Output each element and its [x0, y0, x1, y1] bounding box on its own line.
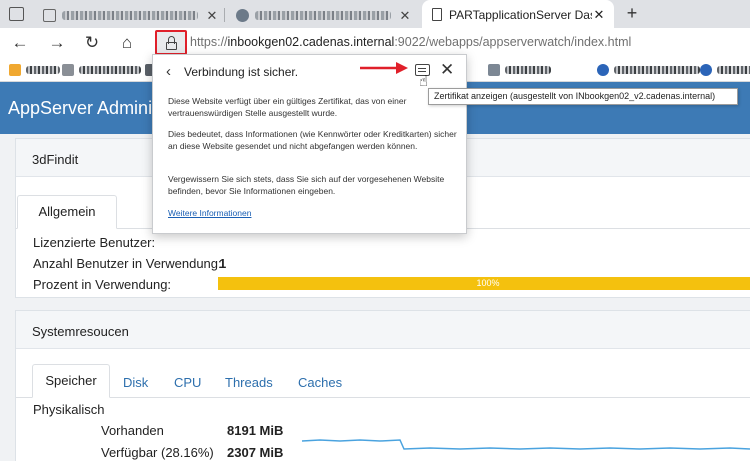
- row-users-in-use-value: 1: [219, 256, 227, 271]
- tab-caches[interactable]: Caches: [298, 375, 342, 390]
- usage-progress-bar: 100%: [218, 277, 750, 290]
- tab-close-icon[interactable]: ✕: [397, 8, 413, 24]
- row-free-label: Verfügbar (28.16%): [101, 445, 214, 460]
- row-available-value: 8191 MiB: [227, 423, 284, 438]
- bookmark-favicon-icon: [9, 63, 21, 76]
- more-info-link[interactable]: Weitere Informationen: [168, 208, 251, 218]
- tab-actions-icon[interactable]: [9, 7, 24, 21]
- popup-paragraph: Diese Website verfügt über ein gültiges …: [168, 96, 407, 118]
- bookmark-item[interactable]: [9, 63, 60, 76]
- memory-sparkline-line: [301, 439, 750, 450]
- tab-allgemein[interactable]: Allgemein: [17, 195, 117, 229]
- tab-favicon-icon: [43, 9, 56, 22]
- certificate-tooltip: Zertifikat anzeigen (ausgestellt von INb…: [428, 88, 738, 105]
- tabs-underline: [16, 397, 750, 398]
- panel-header: Systemresoucen: [16, 311, 750, 349]
- tab-title: [255, 11, 391, 20]
- lock-icon-body: [166, 42, 177, 50]
- hand-cursor-icon: ☝: [419, 73, 429, 90]
- row-users-in-use-label: Anzahl Benutzer in Verwendung:: [33, 256, 222, 271]
- forward-button[interactable]: →: [46, 32, 68, 54]
- site-info-popup: ‹ Verbindung ist sicher. ✕ ☝ Diese Websi…: [152, 54, 467, 234]
- tab-1[interactable]: ✕: [35, 3, 220, 28]
- bookmark-item[interactable]: [597, 63, 700, 76]
- tab-strip: ✕ ✕ PARTapplicationServer Dashboard ✕ +: [0, 0, 750, 29]
- bookmark-favicon-icon: [62, 63, 74, 76]
- popup-back-button[interactable]: ‹: [166, 63, 171, 80]
- popup-paragraph: Dies bedeutet, dass Informationen (wie K…: [168, 129, 457, 151]
- panel-title: 3dFindit: [32, 152, 79, 167]
- bookmark-favicon-icon: [488, 63, 500, 76]
- tab-threads[interactable]: Threads: [225, 375, 273, 390]
- tab-close-icon[interactable]: ✕: [592, 7, 606, 23]
- tab-title: [62, 11, 198, 20]
- usage-progress-label: 100%: [476, 278, 500, 288]
- url-path: :9022/webapps/appserverwatch/index.html: [394, 35, 632, 49]
- site-info-lock-button[interactable]: [155, 30, 187, 55]
- app-title: AppServer Administ: [8, 98, 167, 118]
- bookmark-favicon-icon: [597, 63, 609, 76]
- bookmark-item[interactable]: [700, 63, 750, 76]
- bookmark-item[interactable]: [488, 63, 551, 76]
- tab-favicon-icon: [236, 9, 249, 22]
- tab-cpu[interactable]: CPU: [174, 375, 201, 390]
- popup-heading: Verbindung ist sicher.: [184, 65, 299, 79]
- row-available-label: Vorhanden: [101, 423, 164, 438]
- popup-close-button[interactable]: ✕: [440, 60, 454, 80]
- row-free-value: 2307 MiB: [227, 445, 284, 460]
- address-bar[interactable]: https://inbookgen02.cadenas.internal:902…: [190, 35, 631, 49]
- annotation-arrow-icon: [360, 62, 408, 74]
- reload-button[interactable]: ↻: [81, 32, 103, 54]
- memory-sparkline: [301, 439, 750, 450]
- tab-speicher[interactable]: Speicher: [32, 364, 110, 398]
- url-scheme: https://: [190, 35, 228, 49]
- new-tab-button[interactable]: +: [622, 3, 642, 23]
- tab-separator: [224, 8, 225, 22]
- panel-title: Systemresoucen: [32, 324, 129, 339]
- bookmark-favicon-icon: [700, 63, 712, 76]
- row-licensed-users-label: Lizenzierte Benutzer:: [33, 235, 156, 250]
- bookmark-item[interactable]: [62, 63, 141, 76]
- tab-disk[interactable]: Disk: [123, 375, 148, 390]
- address-toolbar: ← → ↻ ⌂ https://inbookgen02.cadenas.inte…: [0, 28, 750, 57]
- section-physical-label: Physikalisch: [33, 402, 105, 417]
- home-button[interactable]: ⌂: [116, 32, 138, 54]
- row-percent-in-use-label: Prozent in Verwendung:: [33, 277, 172, 292]
- tab-title: PARTapplicationServer Dashboard: [449, 7, 592, 22]
- popup-paragraph: Vergewissern Sie sich stets, dass Sie si…: [168, 174, 445, 196]
- back-button[interactable]: ←: [9, 32, 31, 54]
- url-host: inbookgen02.cadenas.internal: [227, 35, 395, 49]
- tab-active[interactable]: PARTapplicationServer Dashboard ✕: [422, 0, 614, 29]
- tab-3[interactable]: ✕: [228, 3, 413, 28]
- document-icon: [432, 8, 442, 21]
- tab-close-icon[interactable]: ✕: [204, 8, 220, 24]
